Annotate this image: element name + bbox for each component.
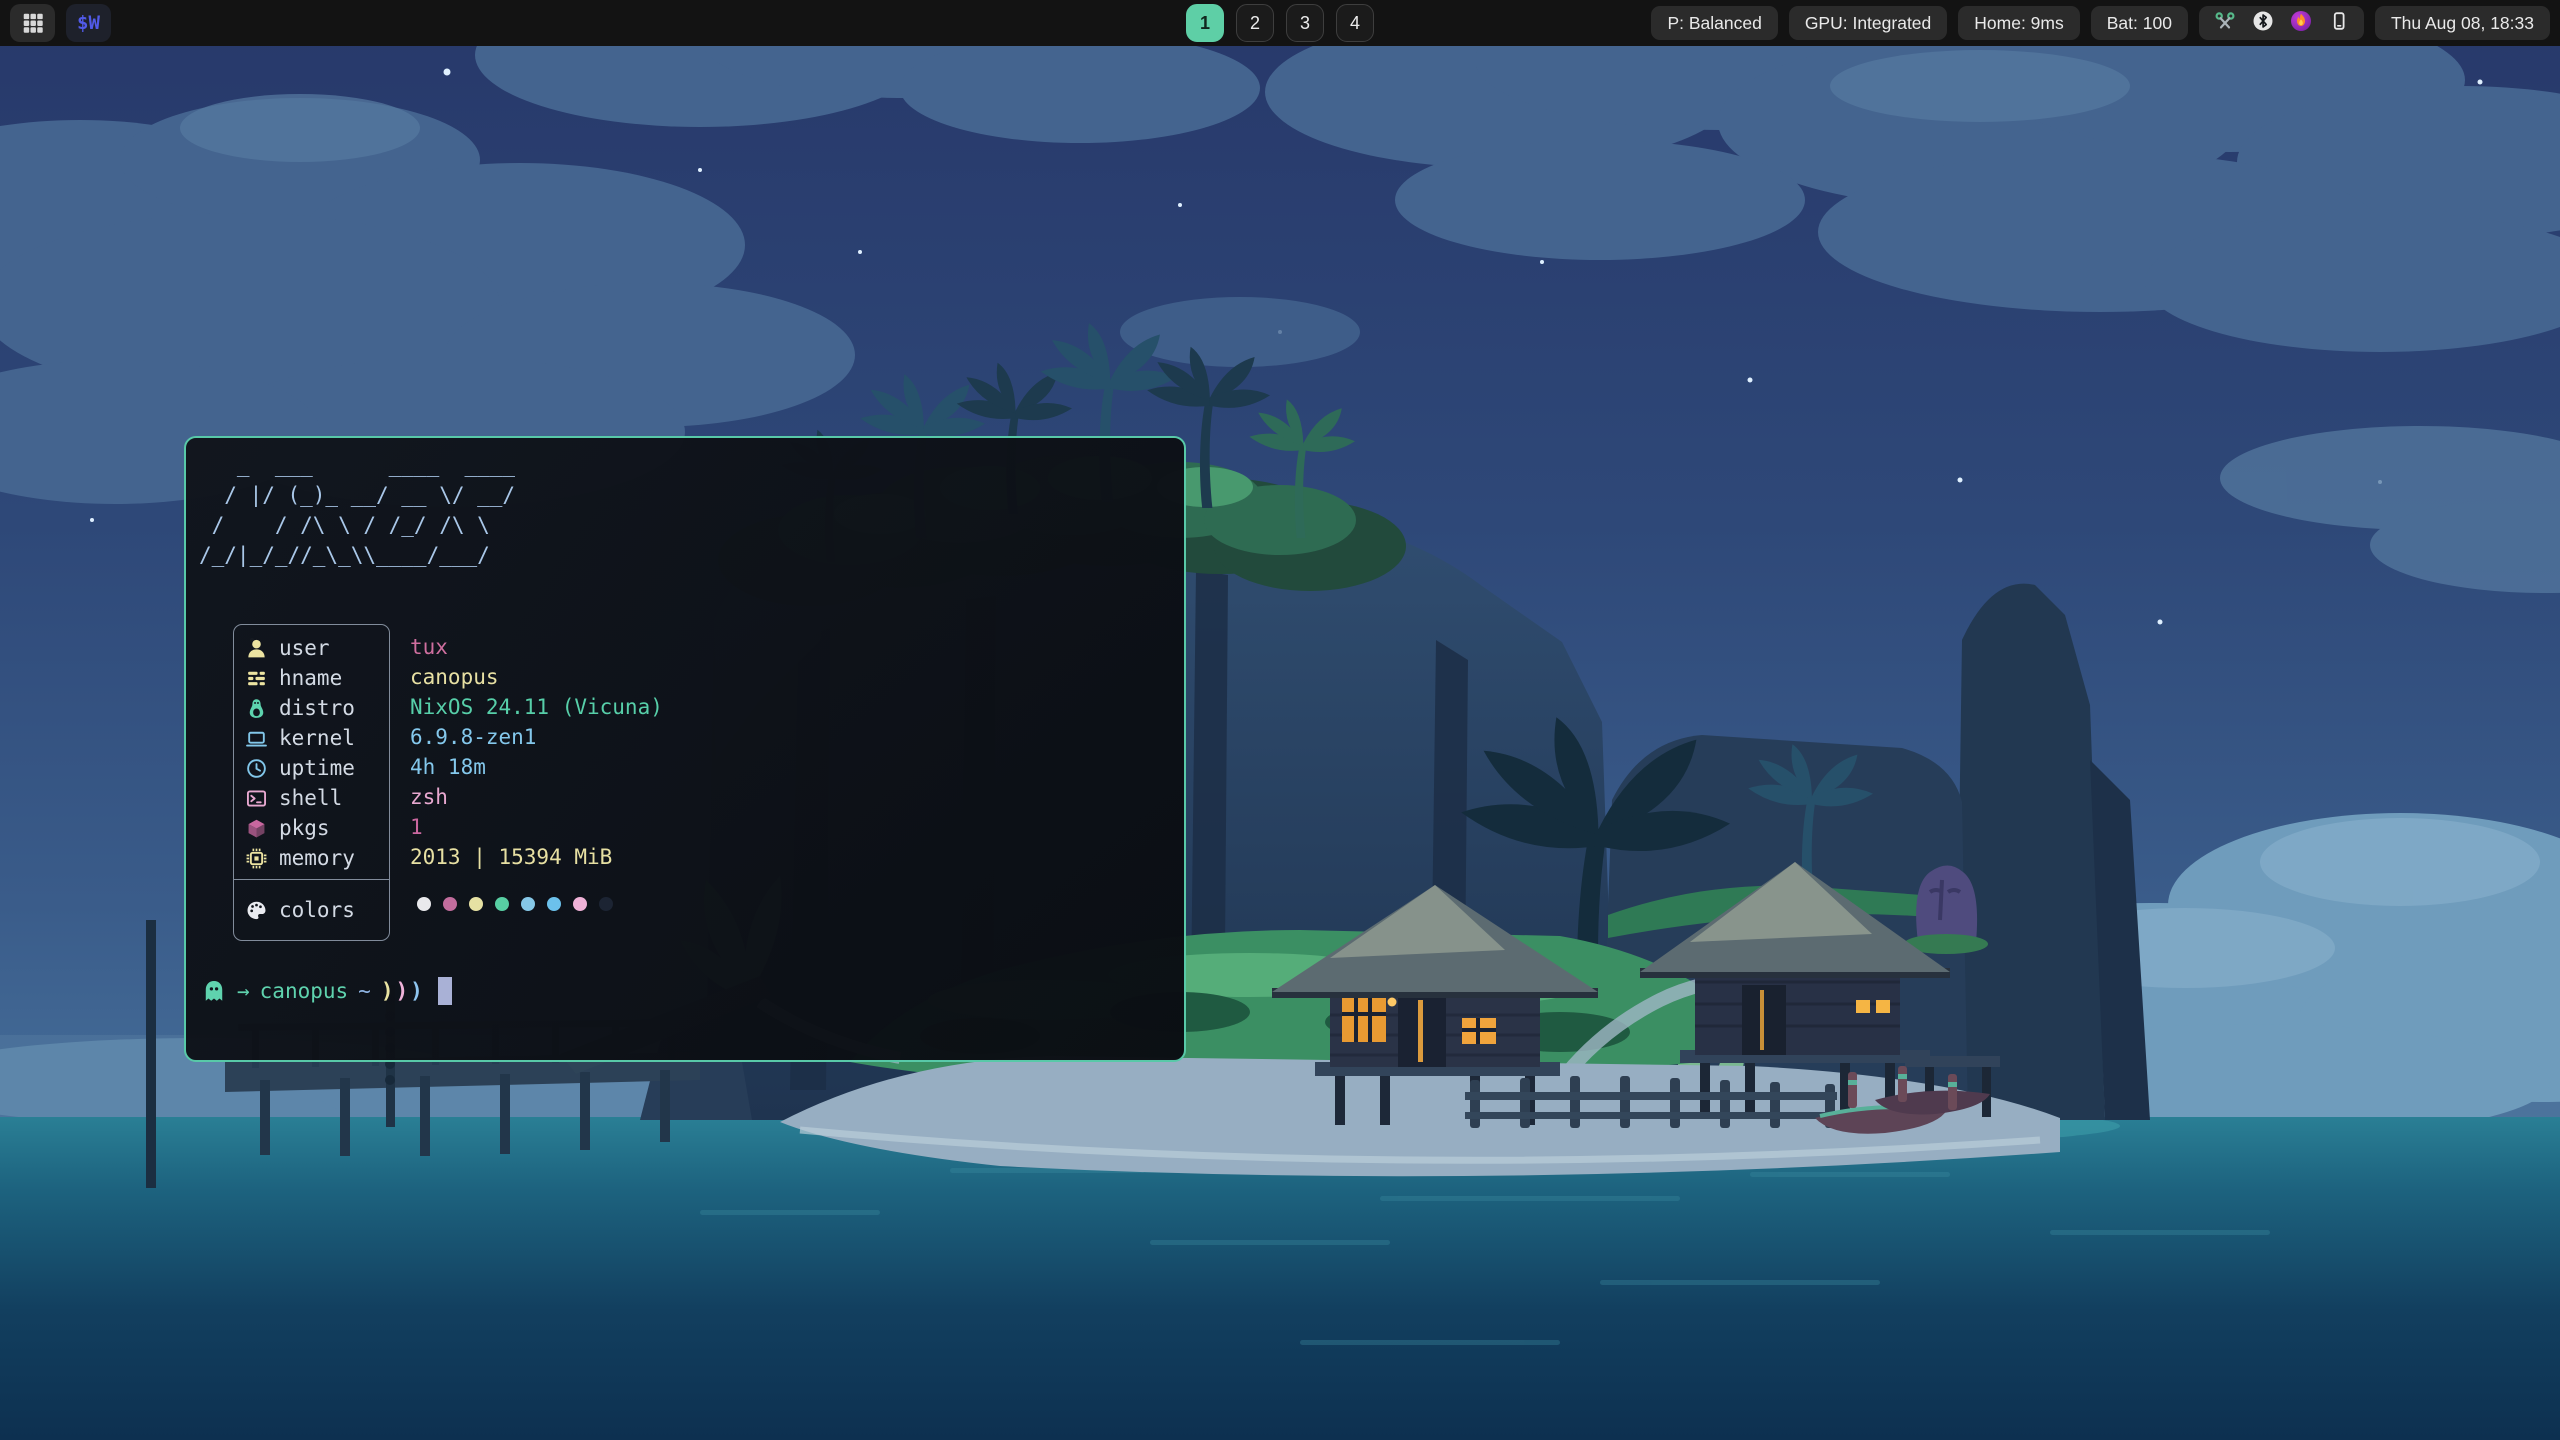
fetch-values: tux canopus NixOS 24.11 (Vicuna) 6.9.8-z…	[410, 632, 663, 872]
hostname-icon	[243, 667, 269, 690]
phone-icon[interactable]	[2328, 10, 2350, 37]
system-tray	[2199, 6, 2364, 40]
gpu-pill[interactable]: GPU: Integrated	[1789, 6, 1947, 40]
palette-dot	[469, 897, 483, 911]
fetch-value-user: tux	[410, 632, 663, 662]
fetch-row-hname: hname	[234, 663, 389, 693]
bluetooth-icon[interactable]	[2252, 10, 2274, 37]
fetch-label: hname	[279, 666, 342, 690]
dollar-w-logo[interactable]: $W	[66, 4, 111, 42]
fetch-row-distro: distro	[234, 693, 389, 723]
workspace-1[interactable]: 1	[1186, 4, 1224, 42]
fetch-value-pkgs: 1	[410, 812, 663, 842]
laptop-icon	[243, 727, 269, 750]
fetch-label: shell	[279, 786, 342, 810]
palette-dot	[443, 897, 457, 911]
workspace-switcher: 1 2 3 4	[1186, 4, 1374, 42]
clock-pill[interactable]: Thu Aug 08, 18:33	[2375, 6, 2550, 40]
fetch-value-uptime: 4h 18m	[410, 752, 663, 782]
fetch-row-colors: colors	[234, 880, 389, 940]
prompt-arrow: →	[237, 979, 250, 1003]
bar-right-group: P: Balanced GPU: Integrated Home: 9ms Ba…	[1651, 6, 2550, 40]
fetch-row-pkgs: pkgs	[234, 813, 389, 843]
top-bar: $W 1 2 3 4 P: Balanced GPU: Integrated H…	[0, 0, 2560, 46]
workspace-4[interactable]: 4	[1336, 4, 1374, 42]
battery-pill[interactable]: Bat: 100	[2091, 6, 2188, 40]
workspace-2[interactable]: 2	[1236, 4, 1274, 42]
fetch-value-hname: canopus	[410, 662, 663, 692]
fetch-label: distro	[279, 696, 355, 720]
palette-icon	[243, 899, 269, 922]
terminal-cursor	[438, 977, 452, 1005]
ghost-icon	[201, 978, 227, 1004]
nixos-ascii-logo: _ ___ ____ ____ / |/ (_)_ __/ __ \/ __/ …	[199, 450, 515, 570]
workspace-3[interactable]: 3	[1286, 4, 1324, 42]
clock-icon	[243, 757, 269, 780]
home-latency-pill[interactable]: Home: 9ms	[1958, 6, 2079, 40]
palette-dot	[495, 897, 509, 911]
fetch-row-uptime: uptime	[234, 753, 389, 783]
fetch-row-kernel: kernel	[234, 723, 389, 753]
terminal-icon	[243, 787, 269, 810]
prompt-path: ~	[358, 979, 371, 1003]
fetch-label: kernel	[279, 726, 355, 750]
fetch-info-box: user hname distro kernel uptime	[233, 624, 390, 941]
palette-dot	[573, 897, 587, 911]
fetch-value-kernel: 6.9.8-zen1	[410, 722, 663, 752]
apps-grid-icon[interactable]	[10, 4, 55, 42]
scissors-icon[interactable]	[2213, 9, 2237, 38]
fetch-label: user	[279, 636, 330, 660]
palette-dot	[547, 897, 561, 911]
fetch-label: pkgs	[279, 816, 330, 840]
fetch-value-shell: zsh	[410, 782, 663, 812]
fetch-value-distro: NixOS 24.11 (Vicuna)	[410, 692, 663, 722]
palette-dot	[417, 897, 431, 911]
palette-dot	[521, 897, 535, 911]
user-icon	[243, 637, 269, 660]
shell-prompt[interactable]: → canopus ~ ) ) )	[201, 974, 452, 1008]
chip-icon	[243, 847, 269, 870]
fetch-row-user: user	[234, 633, 389, 663]
fetch-value-memory: 2013 | 15394 MiB	[410, 842, 663, 872]
bar-left-group: $W	[10, 4, 111, 42]
fetch-label: colors	[279, 898, 355, 922]
palette-dots	[417, 897, 613, 911]
prompt-chevrons: ) ) )	[381, 979, 424, 1003]
fetch-row-shell: shell	[234, 783, 389, 813]
package-icon	[243, 817, 269, 840]
prompt-chevron: )	[410, 979, 424, 1003]
palette-dot	[599, 897, 613, 911]
power-profile-pill[interactable]: P: Balanced	[1651, 6, 1777, 40]
flame-app-icon[interactable]	[2289, 9, 2313, 38]
prompt-host: canopus	[260, 979, 349, 1003]
terminal-window[interactable]: _ ___ ____ ____ / |/ (_)_ __/ __ \/ __/ …	[184, 436, 1186, 1062]
penguin-icon	[243, 697, 269, 720]
fetch-label: memory	[279, 846, 355, 870]
fetch-row-memory: memory	[234, 843, 389, 873]
prompt-chevron: )	[381, 979, 395, 1003]
prompt-chevron: )	[395, 979, 409, 1003]
fetch-label: uptime	[279, 756, 355, 780]
